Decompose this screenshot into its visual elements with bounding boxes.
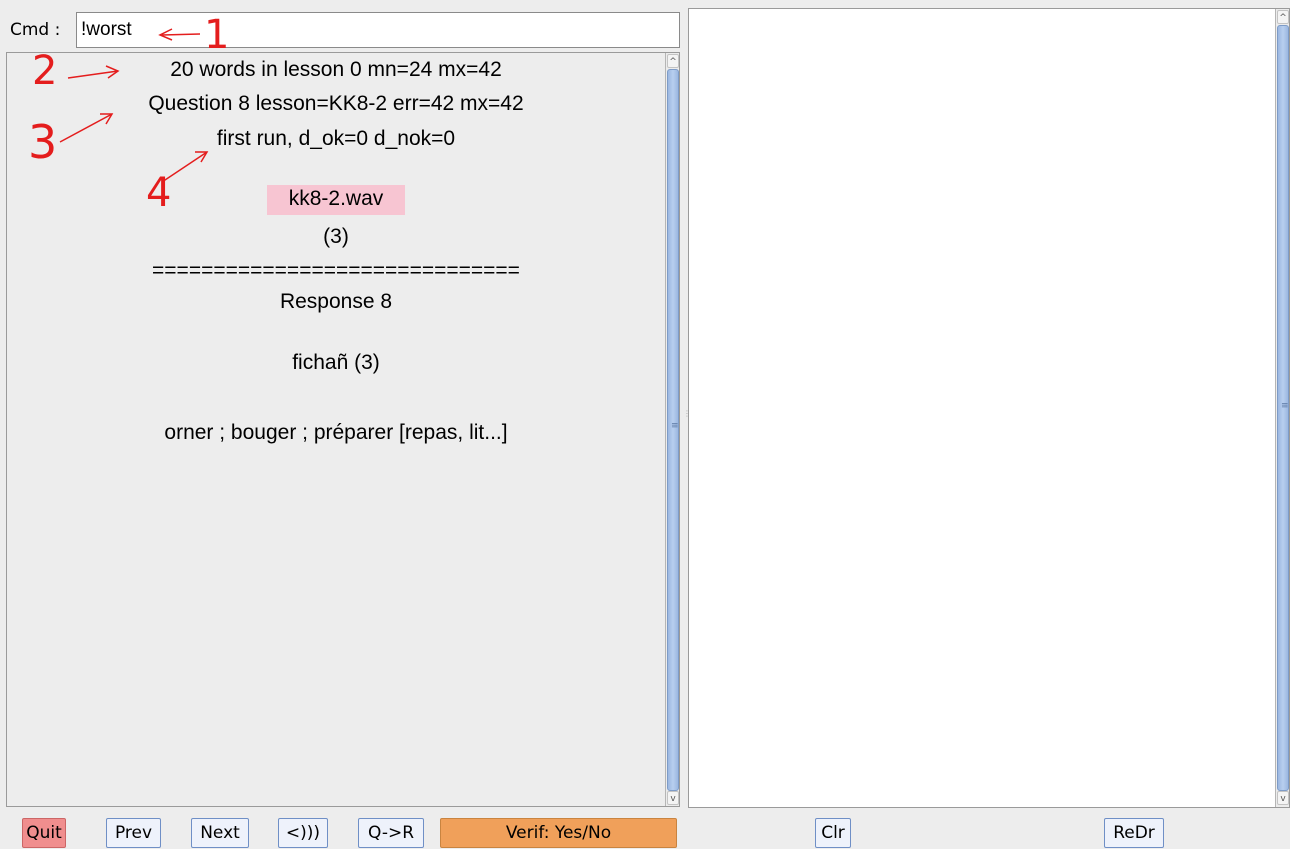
left-pane: Cmd : !worst 20 words in lesson 0 mn=24 … (0, 0, 682, 849)
audio-file-label[interactable]: kk8-2.wav (266, 185, 406, 215)
separator: ============================== (152, 259, 520, 282)
grip-icon: ≡ (671, 421, 679, 431)
clear-button[interactable]: Clr (815, 818, 851, 848)
quit-button[interactable]: Quit (22, 818, 66, 848)
redraw-button[interactable]: ReDr (1104, 818, 1164, 848)
scroll-thumb[interactable]: ≡ (667, 69, 679, 791)
run-status: first run, d_ok=0 d_nok=0 (216, 127, 456, 150)
question-to-response-button[interactable]: Q->R (358, 818, 424, 848)
scroll-up-icon[interactable]: ^ (1277, 10, 1289, 24)
scroll-down-icon[interactable]: v (667, 791, 679, 805)
lesson-summary: 20 words in lesson 0 mn=24 mx=42 (170, 58, 502, 81)
command-input[interactable]: !worst (76, 12, 680, 48)
grip-icon: ≡ (1281, 401, 1289, 411)
prev-button[interactable]: Prev (106, 818, 161, 848)
output-area[interactable]: ^ ≡ v (688, 8, 1290, 808)
verify-button[interactable]: Verif: Yes/No (440, 818, 677, 848)
scroll-thumb[interactable]: ≡ (1277, 25, 1289, 791)
response-heading: Response 8 (279, 290, 393, 313)
response-meaning: orner ; bouger ; préparer [repas, lit...… (164, 421, 508, 444)
output-scrollbar[interactable]: ^ ≡ v (1275, 9, 1289, 807)
cmd-label: Cmd : (10, 20, 61, 40)
scroll-up-icon[interactable]: ^ (667, 54, 679, 68)
right-pane: ^ ≡ v Clr ReDr (688, 0, 1290, 849)
scroll-down-icon[interactable]: v (1277, 791, 1289, 805)
question-info: Question 8 lesson=KK8-2 err=42 mx=42 (148, 92, 524, 115)
next-button[interactable]: Next (191, 818, 249, 848)
response-word: fichañ (3) (292, 351, 380, 374)
splitter-grip-icon: ⋮ (683, 409, 691, 418)
right-toolbar: Clr ReDr (688, 810, 1290, 849)
lesson-scrollbar[interactable]: ^ ≡ v (665, 53, 679, 806)
play-audio-button[interactable]: <))) (278, 818, 328, 848)
question-count: (3) (323, 225, 349, 248)
command-bar: Cmd : !worst (0, 8, 682, 50)
left-toolbar: Quit Prev Next <))) Q->R Verif: Yes/No (0, 810, 682, 849)
lesson-view: 20 words in lesson 0 mn=24 mx=42 Questio… (6, 52, 680, 807)
